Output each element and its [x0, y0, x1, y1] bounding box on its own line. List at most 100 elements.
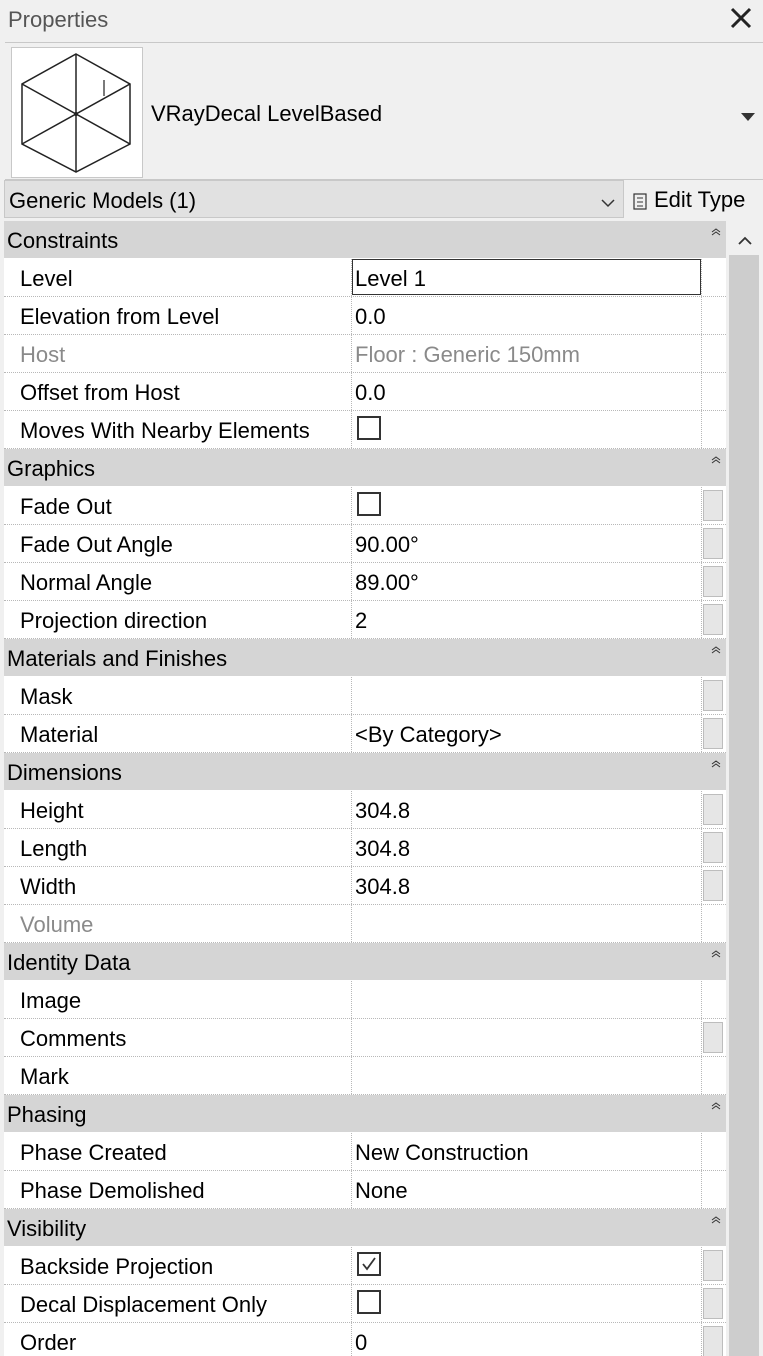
- property-row[interactable]: Height 304.8: [4, 791, 726, 829]
- property-row[interactable]: Volume: [4, 905, 726, 943]
- palette-title: Properties: [8, 7, 109, 32]
- property-row[interactable]: Phase Created New Construction: [4, 1133, 726, 1171]
- type-selector[interactable]: VRayDecal LevelBased: [5, 42, 763, 180]
- property-row[interactable]: Comments: [4, 1019, 726, 1057]
- column-divider: [351, 335, 353, 372]
- property-name: Image: [20, 988, 82, 1013]
- group-header-6[interactable]: Visibility: [4, 1209, 726, 1247]
- property-value[interactable]: 89.00°: [355, 570, 699, 596]
- property-row[interactable]: Mask: [4, 677, 726, 715]
- property-value[interactable]: 304.8: [355, 836, 699, 862]
- property-value[interactable]: 90.00°: [355, 532, 699, 558]
- property-row[interactable]: Offset from Host 0.0: [4, 373, 726, 411]
- associate-parameter-button[interactable]: [703, 718, 723, 749]
- property-row[interactable]: Fade Out Angle 90.00°: [4, 525, 726, 563]
- collapse-icon[interactable]: [711, 945, 721, 958]
- collapse-icon[interactable]: [711, 223, 721, 236]
- property-row[interactable]: Width 304.8: [4, 867, 726, 905]
- property-value[interactable]: 304.8: [355, 874, 699, 900]
- column-divider: [351, 981, 353, 1018]
- palette-titlebar: Properties: [0, 0, 763, 40]
- property-row[interactable]: Host Floor : Generic 150mm: [4, 335, 726, 373]
- property-name: Fade Out Angle: [20, 532, 173, 557]
- chevron-down-icon[interactable]: [601, 195, 615, 208]
- group-header-4[interactable]: Identity Data: [4, 943, 726, 981]
- property-row[interactable]: Moves With Nearby Elements: [4, 411, 726, 449]
- collapse-icon[interactable]: [711, 1211, 721, 1224]
- edit-type-label: Edit Type: [654, 187, 746, 212]
- group-header-1[interactable]: Graphics: [4, 449, 726, 487]
- property-row[interactable]: Material <By Category>: [4, 715, 726, 753]
- element-filter-combo[interactable]: Generic Models (1): [4, 180, 624, 218]
- group-header-0[interactable]: Constraints: [4, 221, 726, 259]
- column-divider: [701, 981, 703, 1018]
- property-name: Mark: [20, 1064, 69, 1089]
- group-header-5[interactable]: Phasing: [4, 1095, 726, 1133]
- associate-parameter-button[interactable]: [703, 1326, 723, 1356]
- column-divider: [351, 1171, 353, 1208]
- dropdown-arrow-icon[interactable]: [741, 109, 755, 121]
- property-value[interactable]: Level 1: [355, 266, 699, 292]
- property-name: Decal Displacement Only: [20, 1292, 267, 1317]
- property-value[interactable]: 0.0: [355, 380, 699, 406]
- property-row[interactable]: Order 0: [4, 1323, 726, 1356]
- property-row[interactable]: Image: [4, 981, 726, 1019]
- property-name: Moves With Nearby Elements: [20, 418, 310, 443]
- collapse-icon[interactable]: [711, 1097, 721, 1110]
- scrollbar-thumb[interactable]: [729, 255, 759, 1356]
- vertical-scrollbar[interactable]: [727, 221, 763, 1356]
- edit-type-button[interactable]: Edit Type: [632, 184, 745, 216]
- property-row[interactable]: Mark: [4, 1057, 726, 1095]
- property-row[interactable]: Length 304.8: [4, 829, 726, 867]
- property-value[interactable]: <By Category>: [355, 722, 699, 748]
- associate-parameter-button[interactable]: [703, 1250, 723, 1281]
- property-row[interactable]: Fade Out: [4, 487, 726, 525]
- property-checkbox[interactable]: [357, 416, 381, 440]
- associate-parameter-button[interactable]: [703, 528, 723, 559]
- edit-type-icon: [632, 191, 650, 210]
- property-checkbox[interactable]: [357, 1252, 381, 1276]
- collapse-icon[interactable]: [711, 641, 721, 654]
- property-checkbox[interactable]: [357, 1290, 381, 1314]
- associate-parameter-button[interactable]: [703, 604, 723, 635]
- property-row[interactable]: Projection direction 2: [4, 601, 726, 639]
- property-name: Fade Out: [20, 494, 112, 519]
- column-divider: [351, 905, 353, 942]
- associate-parameter-button[interactable]: [703, 680, 723, 711]
- group-header-3[interactable]: Dimensions: [4, 753, 726, 791]
- close-icon[interactable]: [727, 4, 755, 32]
- type-name: VRayDecal LevelBased: [151, 101, 383, 126]
- associate-parameter-button[interactable]: [703, 1022, 723, 1053]
- property-value[interactable]: 0.0: [355, 304, 699, 330]
- property-value[interactable]: 304.8: [355, 798, 699, 824]
- column-divider: [351, 715, 353, 752]
- property-value[interactable]: None: [355, 1178, 699, 1204]
- property-name: Comments: [20, 1026, 127, 1051]
- property-row[interactable]: Decal Displacement Only: [4, 1285, 726, 1323]
- collapse-icon[interactable]: [711, 451, 721, 464]
- associate-parameter-button[interactable]: [703, 832, 723, 863]
- property-name: Phase Created: [20, 1140, 167, 1165]
- property-checkbox[interactable]: [357, 492, 381, 516]
- property-value[interactable]: 2: [355, 608, 699, 634]
- associate-parameter-button[interactable]: [703, 490, 723, 521]
- property-name: Normal Angle: [20, 570, 153, 595]
- group-header-2[interactable]: Materials and Finishes: [4, 639, 726, 677]
- property-name: Elevation from Level: [20, 304, 220, 329]
- scroll-up-icon[interactable]: [737, 233, 753, 245]
- group-name: Materials and Finishes: [7, 646, 228, 671]
- associate-parameter-button[interactable]: [703, 794, 723, 825]
- property-value[interactable]: 0: [355, 1330, 699, 1356]
- associate-parameter-button[interactable]: [703, 1288, 723, 1319]
- property-row[interactable]: Backside Projection: [4, 1247, 726, 1285]
- property-row[interactable]: Phase Demolished None: [4, 1171, 726, 1209]
- property-value[interactable]: New Construction: [355, 1140, 699, 1166]
- associate-parameter-button[interactable]: [703, 870, 723, 901]
- property-row[interactable]: Normal Angle 89.00°: [4, 563, 726, 601]
- collapse-icon[interactable]: [711, 755, 721, 768]
- column-divider: [351, 487, 353, 524]
- property-row[interactable]: Elevation from Level 0.0: [4, 297, 726, 335]
- property-name: Phase Demolished: [20, 1178, 205, 1203]
- associate-parameter-button[interactable]: [703, 566, 723, 597]
- property-row[interactable]: Level Level 1: [4, 259, 726, 297]
